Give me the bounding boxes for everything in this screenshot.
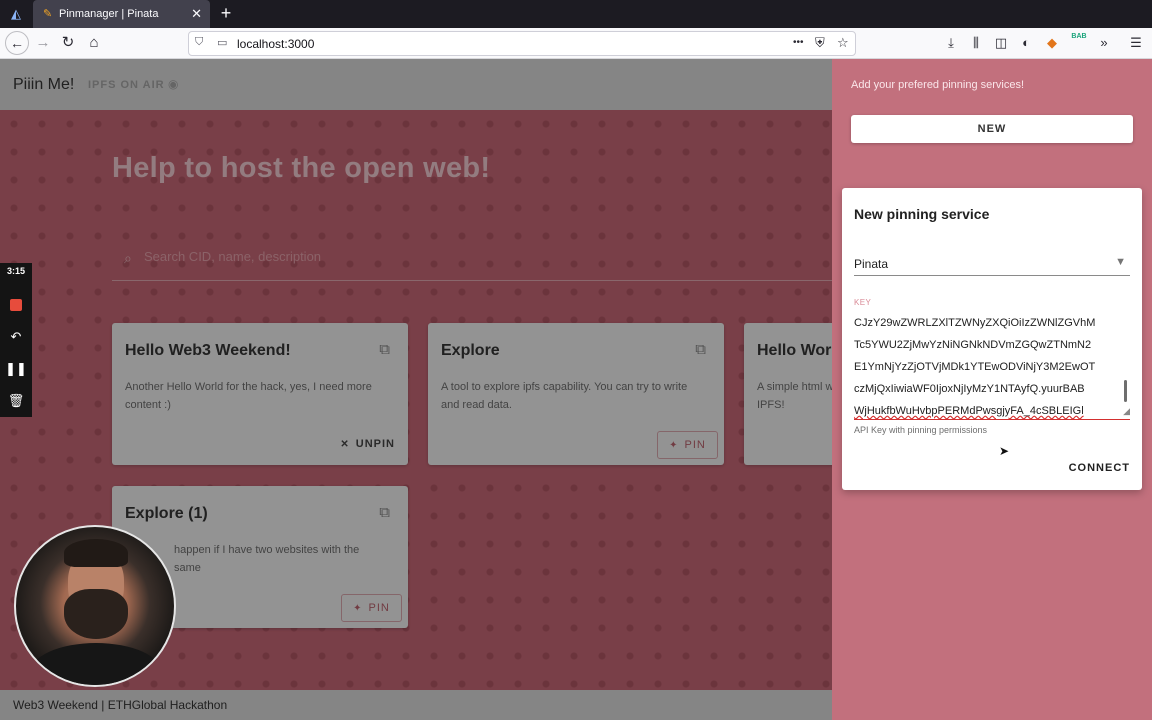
recording-time: 3:15	[6, 266, 25, 276]
pinning-services-drawer: Add your prefered pinning services! NEW …	[832, 59, 1152, 720]
bookmark-star-icon[interactable]: ☆	[837, 35, 849, 51]
key-hint: API Key with pinning permissions	[854, 425, 988, 435]
key-label: KEY	[854, 298, 872, 307]
new-service-button[interactable]: NEW	[851, 115, 1133, 143]
recorder-panel: 3:15 ↶ ❚❚ 🗑	[0, 263, 32, 417]
browser-tab[interactable]: ✎ Pinmanager | Pinata ✕	[33, 0, 210, 28]
key-text-line: czMjQxIiwiaWF0IjoxNjIyMzY1NTAyfQ.yuurBAB	[854, 383, 1085, 395]
forward-icon[interactable]: →	[33, 33, 53, 53]
downloads-icon[interactable]: ⤓	[942, 35, 960, 51]
page-actions-icon[interactable]: •••	[793, 37, 804, 48]
key-text-line: WjHukfbWuHvbpPERMdPwsgjyFA_4cSBLEIGl	[854, 405, 1084, 417]
tab-title: Pinmanager | Pinata	[59, 8, 159, 20]
trash-icon[interactable]: 🗑	[0, 393, 32, 409]
extension-shield-icon[interactable]: ◐	[1017, 35, 1035, 50]
firefox-view-icon[interactable]: ◭	[8, 6, 24, 22]
stop-recording-button[interactable]	[10, 299, 22, 311]
service-selected-value: Pinata	[854, 257, 889, 271]
menu-icon[interactable]: ☰	[1127, 35, 1145, 51]
new-tab-button[interactable]: +	[218, 3, 234, 24]
overflow-chevron-icon[interactable]: »	[1095, 35, 1113, 50]
tab-favicon-icon: ✎	[43, 8, 53, 20]
new-service-dialog: New pinning service Pinata ▼ KEY CJzY29w…	[842, 188, 1142, 490]
key-text-line: CJzY29wZWRLZXlTZWNyZXQiOiIzZWNlZGVhM	[854, 317, 1096, 329]
dialog-title: New pinning service	[854, 206, 990, 222]
pause-icon[interactable]: ❚❚	[0, 361, 32, 377]
undo-icon[interactable]: ↶	[0, 329, 32, 345]
webcam-body	[30, 643, 162, 685]
sidebar-icon[interactable]: ◫	[992, 35, 1010, 51]
mouse-cursor-icon: ➤	[999, 444, 1010, 458]
drawer-hint: Add your prefered pinning services!	[851, 79, 1025, 91]
browser-nav-bar: ← → ↻ ⌂ ⛉ ▭ localhost:3000 ••• ⛨ ☆ ⤓ ⫼ ◫…	[0, 28, 1152, 59]
webcam-hair	[64, 539, 128, 567]
webcam-beard	[64, 589, 128, 639]
reload-icon[interactable]: ↻	[58, 33, 78, 53]
pocket-icon[interactable]: ⛨	[815, 35, 825, 51]
browser-tab-bar: ◭ ✎ Pinmanager | Pinata ✕ +	[0, 0, 1152, 28]
key-text-line: Tc5YWU2ZjMwYzNiNGNkNDVmZGQwZTNmN2	[854, 339, 1092, 351]
chevron-down-icon: ▼	[1115, 256, 1126, 268]
extension-badge[interactable]: BAB	[1070, 33, 1088, 40]
service-select[interactable]: Pinata ▼	[854, 254, 1130, 276]
home-icon[interactable]: ⌂	[84, 33, 104, 53]
url-bar[interactable]: ⛉ ▭ localhost:3000 ••• ⛨ ☆	[188, 31, 856, 56]
url-text[interactable]: localhost:3000	[237, 37, 314, 51]
resize-handle-icon[interactable]: ◢	[1123, 406, 1130, 417]
shield-icon[interactable]: ⛉	[195, 36, 203, 49]
textarea-scrollbar[interactable]	[1124, 380, 1127, 402]
metamask-icon[interactable]: ◆	[1043, 35, 1061, 51]
webcam-overlay	[14, 525, 176, 687]
back-icon[interactable]: ←	[5, 31, 29, 55]
tab-close-icon[interactable]: ✕	[191, 6, 202, 22]
key-textarea[interactable]: CJzY29wZWRLZXlTZWNyZXQiOiIzZWNlZGVhM Tc5…	[854, 312, 1130, 420]
key-text-line: E1YmNjYzZjOTVjMDk1YTEwODViNjY3M2EwOT	[854, 361, 1096, 373]
library-icon[interactable]: ⫼	[967, 35, 985, 51]
connect-button[interactable]: CONNECT	[1069, 458, 1130, 478]
page-info-icon[interactable]: ▭	[217, 36, 227, 49]
